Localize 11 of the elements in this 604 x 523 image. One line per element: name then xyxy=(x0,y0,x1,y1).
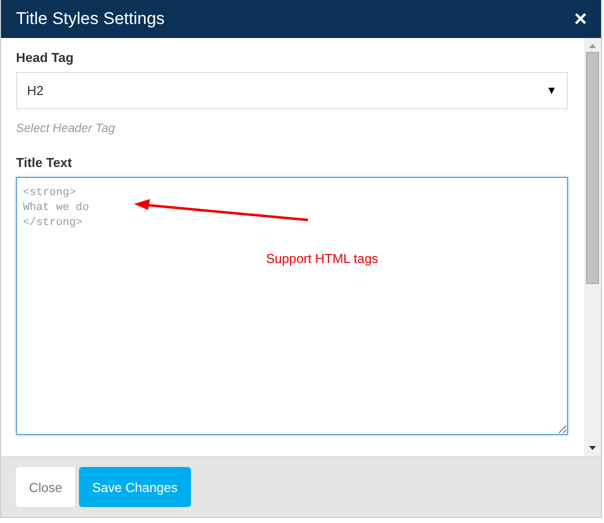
annotation-text: Support HTML tags xyxy=(266,251,378,266)
save-button[interactable]: Save Changes xyxy=(79,467,191,507)
dialog-title: Title Styles Settings xyxy=(16,9,165,29)
help-text: Select Header Tag xyxy=(16,121,116,135)
close-button[interactable]: × xyxy=(574,8,587,30)
field-label: Title Text xyxy=(16,155,73,170)
head-tag-select[interactable]: H2 ▼ xyxy=(16,72,568,109)
field-label: Head Tag xyxy=(16,50,75,65)
scrollbar-thumb[interactable] xyxy=(586,52,599,284)
close-button[interactable]: Close xyxy=(16,467,76,507)
scrollbar[interactable] xyxy=(584,38,601,456)
